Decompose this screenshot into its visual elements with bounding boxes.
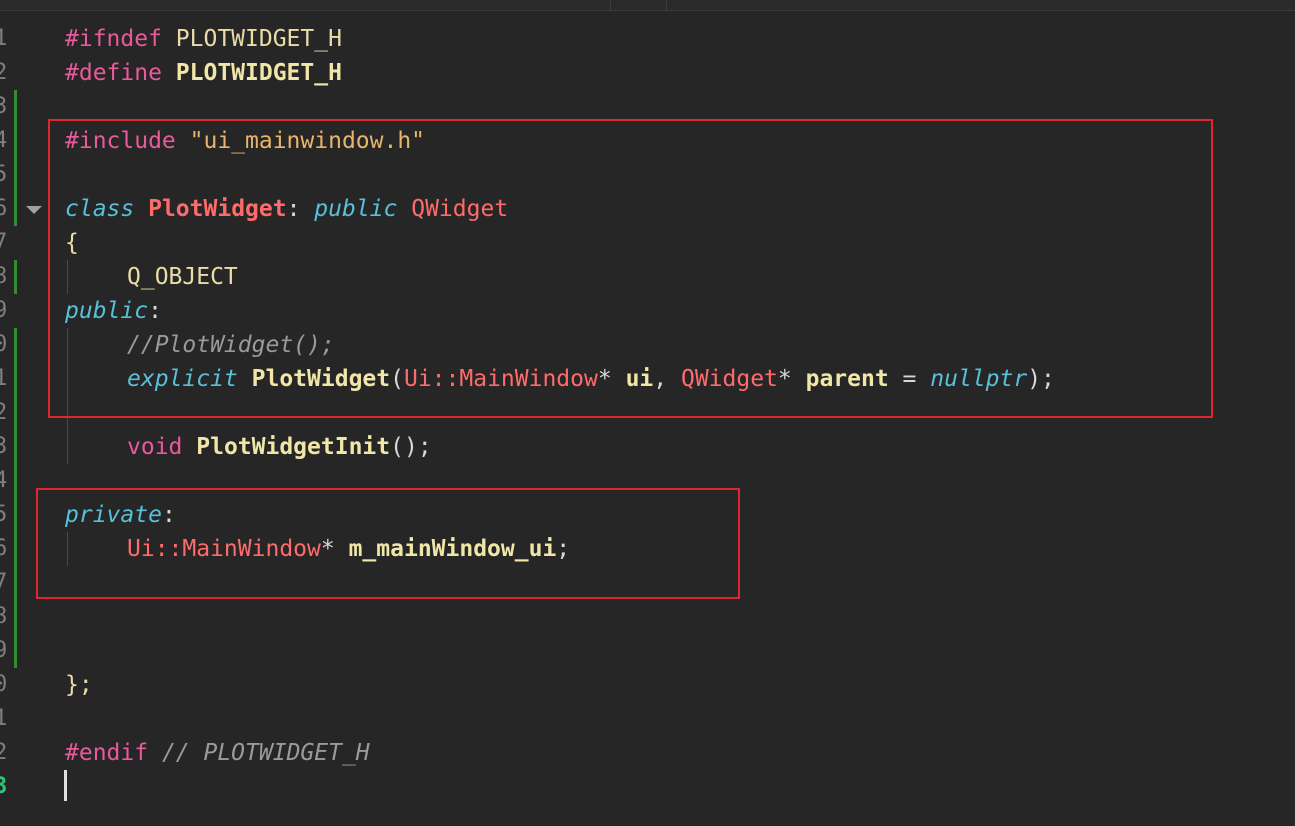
line-content: }; xyxy=(65,668,93,702)
line-number-current: 3 xyxy=(0,774,8,799)
code-editor[interactable]: 1 #ifndef PLOTWIDGET_H 2 #define PLOTWID… xyxy=(0,0,1295,826)
line-number: 2 xyxy=(0,740,8,765)
modified-line-marker xyxy=(14,532,17,566)
macro-name: PLOTWIDGET_H xyxy=(161,60,342,86)
code-line: 2 #endif // PLOTWIDGET_H xyxy=(0,736,1295,770)
modified-line-marker xyxy=(14,362,17,396)
line-number: 7 xyxy=(0,230,8,255)
line-number: 3 xyxy=(0,94,8,119)
line-number: 3 xyxy=(0,434,8,459)
code-line: 1 #ifndef PLOTWIDGET_H xyxy=(0,22,1295,56)
punctuation: (); xyxy=(390,434,432,460)
line-number: 2 xyxy=(0,400,8,425)
fold-arrow-icon[interactable] xyxy=(26,206,42,214)
modified-line-marker xyxy=(14,464,17,498)
code-line: 2 #define PLOTWIDGET_H xyxy=(0,56,1295,90)
line-number: 5 xyxy=(0,162,8,187)
line-number: 4 xyxy=(0,128,8,153)
indent-guide xyxy=(67,430,68,464)
code-line: 8 xyxy=(0,600,1295,634)
line-number: 9 xyxy=(0,638,8,663)
line-number: 1 xyxy=(0,366,8,391)
punctuation: }; xyxy=(65,672,93,698)
modified-line-marker xyxy=(14,124,17,158)
macro-name: PLOTWIDGET_H xyxy=(161,26,342,52)
line-content: void PlotWidgetInit(); xyxy=(127,430,432,464)
annotation-box-class-declaration xyxy=(48,119,1213,418)
code-line: 3 void PlotWidgetInit(); xyxy=(0,430,1295,464)
line-number: 7 xyxy=(0,570,8,595)
modified-line-marker xyxy=(14,328,17,362)
comment: // PLOTWIDGET_H xyxy=(148,740,370,766)
line-content: #endif // PLOTWIDGET_H xyxy=(65,736,370,770)
modified-line-marker xyxy=(14,260,17,294)
modified-line-marker xyxy=(14,566,17,600)
line-number: 6 xyxy=(0,196,8,221)
modified-line-marker xyxy=(14,90,17,124)
preprocessor-directive: #ifndef xyxy=(65,26,162,52)
annotation-box-private-member xyxy=(36,488,740,599)
code-line: 9 xyxy=(0,634,1295,668)
line-number: 9 xyxy=(0,298,8,323)
line-number: 6 xyxy=(0,536,8,561)
modified-line-marker xyxy=(14,158,17,192)
code-line: 1 xyxy=(0,702,1295,736)
modified-line-marker xyxy=(14,498,17,532)
code-line: 3 xyxy=(0,770,1295,804)
text-cursor xyxy=(64,770,67,801)
code-line: 0 }; xyxy=(0,668,1295,702)
line-number: 8 xyxy=(0,264,8,289)
line-number: 2 xyxy=(0,60,8,85)
line-number: 4 xyxy=(0,468,8,493)
modified-line-marker xyxy=(14,396,17,430)
line-number: 1 xyxy=(0,26,8,51)
line-content: #define PLOTWIDGET_H xyxy=(65,56,342,90)
keyword: void xyxy=(127,434,183,460)
function-name: PlotWidgetInit xyxy=(196,434,391,460)
modified-line-marker xyxy=(14,192,17,226)
modified-line-marker xyxy=(14,634,17,668)
modified-line-marker xyxy=(14,600,17,634)
line-number: 1 xyxy=(0,706,8,731)
line-number: 8 xyxy=(0,604,8,629)
preprocessor-directive: #define xyxy=(65,60,162,86)
preprocessor-directive: #endif xyxy=(65,740,149,766)
line-number: 0 xyxy=(0,332,8,357)
line-content: #ifndef PLOTWIDGET_H xyxy=(65,22,342,56)
modified-line-marker xyxy=(14,430,17,464)
line-number: 5 xyxy=(0,502,8,527)
line-number: 0 xyxy=(0,672,8,697)
